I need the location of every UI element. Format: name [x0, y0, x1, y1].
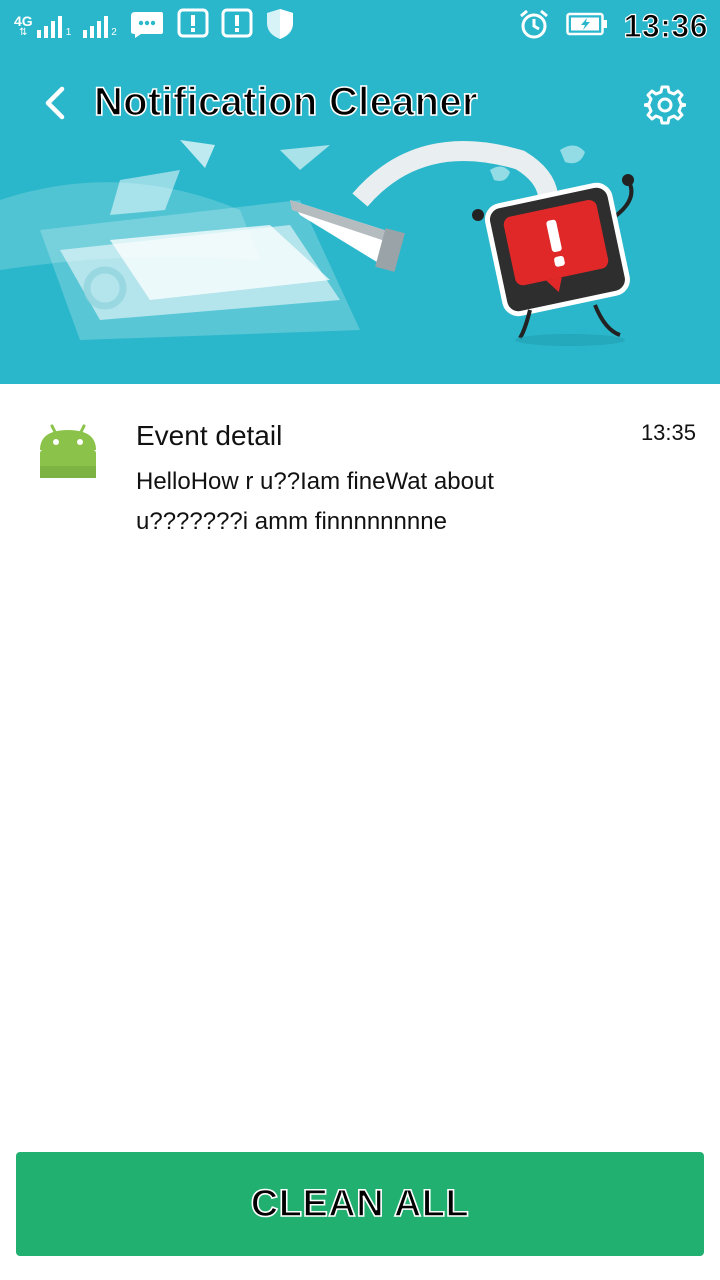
- status-time: 13:36: [623, 7, 708, 44]
- signal-sim1: 4G ⇅ 1: [14, 13, 72, 38]
- header-banner: 4G ⇅ 1 2 13:36 Notification Cleaner: [0, 0, 720, 384]
- signal-icon: [83, 14, 109, 38]
- notification-item[interactable]: Event detail HelloHow r u??Iam fineWat a…: [0, 384, 720, 554]
- notification-title: Event detail: [136, 420, 283, 451]
- back-arrow-icon: [40, 85, 70, 126]
- shield-icon: [265, 7, 295, 46]
- page-title: Notification Cleaner: [93, 79, 478, 125]
- chat-bubble-icon: [129, 10, 165, 43]
- android-icon: [38, 420, 98, 480]
- alert-notification-icon: [177, 8, 209, 45]
- status-bar: 4G ⇅ 1 2 13:36: [0, 0, 720, 52]
- status-right-icons: 13:36: [518, 6, 708, 46]
- alert-notification-icon: [221, 8, 253, 45]
- notification-time: 13:35: [640, 420, 696, 445]
- sim2-label: 2: [111, 27, 117, 38]
- alarm-icon: [518, 8, 550, 45]
- signal-icon: [36, 14, 62, 38]
- notification-body: HelloHow r u??Iam fineWat about u???????…: [136, 468, 494, 535]
- cleaner-illustration: [0, 130, 720, 384]
- battery-charging-icon: [565, 12, 608, 41]
- sim1-label: 1: [65, 27, 72, 38]
- settings-button[interactable]: [640, 82, 690, 132]
- notification-list: Event detail HelloHow r u??Iam fineWat a…: [0, 384, 720, 554]
- status-left-icons: 4G ⇅ 1 2: [14, 8, 295, 44]
- gear-icon: [643, 84, 688, 131]
- clean-all-button[interactable]: CLEAN ALL: [16, 1152, 704, 1256]
- signal-sim2: 2: [83, 14, 117, 38]
- network-type-label: 4G: [14, 13, 33, 29]
- back-button[interactable]: [30, 80, 80, 130]
